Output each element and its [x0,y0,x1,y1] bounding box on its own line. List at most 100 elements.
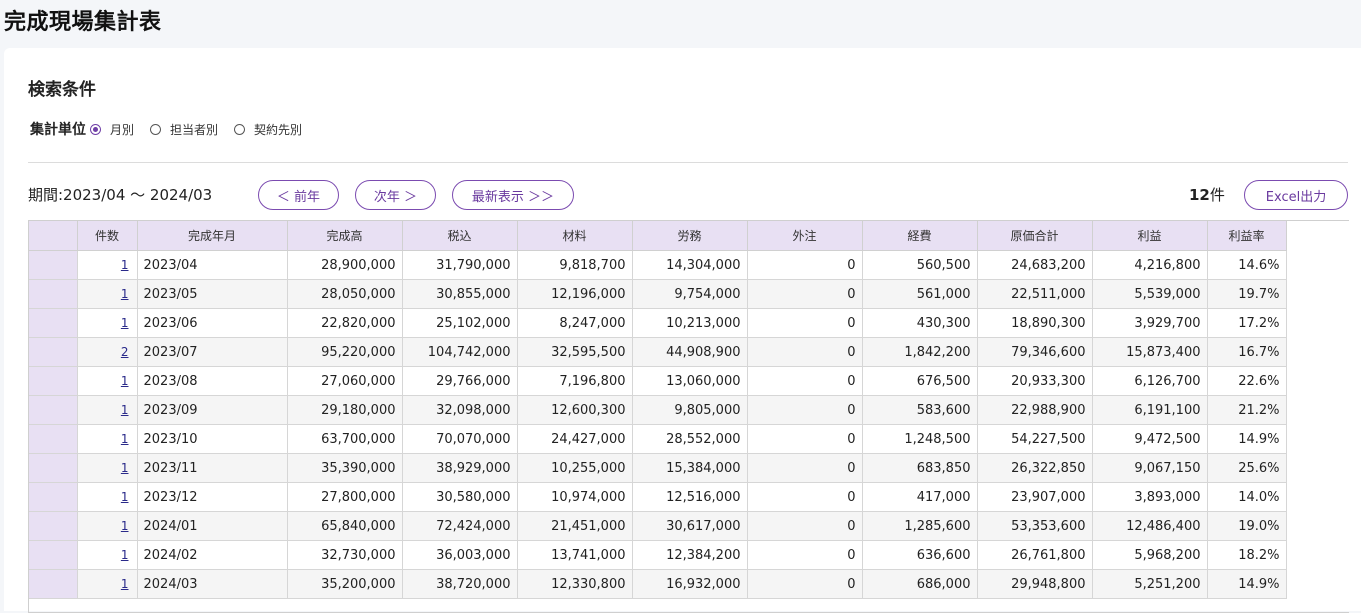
radio-monthly-label: 月別 [110,122,135,137]
cell-value: 19.0% [1206,511,1287,541]
cell-value: 14.9% [1206,569,1287,599]
cell-value: 0 [746,366,863,396]
cell-value: 5,968,200 [1091,540,1208,570]
cell-value: 21,451,000 [516,511,633,541]
table-row: 1 2023/05 28,050,000 30,855,000 12,196,000 9,… [29,279,1287,309]
cell-month: 2023/04 [136,250,288,280]
cell-value: 10,255,000 [516,453,633,483]
result-count-suffix: 件 [1209,186,1225,204]
cell-value: 14,304,000 [631,250,748,280]
cell-value: 27,800,000 [286,482,403,512]
count-link[interactable]: 1 [121,403,129,417]
table-row: 1 2023/10 63,700,000 70,070,000 24,427,000 28… [29,424,1287,454]
page-title: 完成現場集計表 [4,10,162,35]
cell-value: 28,552,000 [631,424,748,454]
cell-count: 1 [76,453,138,483]
cell-value: 36,003,000 [401,540,518,570]
column-header: 経費 [861,221,978,251]
row-stub [29,540,78,570]
table-row: 1 2023/08 27,060,000 29,766,000 7,196,800 13,… [29,366,1287,396]
count-link[interactable]: 1 [121,490,129,504]
cell-value: 417,000 [861,482,978,512]
cell-value: 10,213,000 [631,308,748,338]
cell-value: 26,761,800 [976,540,1093,570]
summary-table: 件数 完成年月 完成高 税込 材料 労務 外注 経費 原価合計 利益 利益率 1… [29,221,1287,599]
cell-value: 28,900,000 [286,250,403,280]
cell-value: 9,472,500 [1091,424,1208,454]
column-header: 労務 [631,221,748,251]
row-stub [29,279,78,309]
count-link[interactable]: 1 [121,519,129,533]
column-header: 利益率 [1206,221,1287,251]
cell-value: 0 [746,279,863,309]
radio-by-contractor-indicator[interactable] [234,123,246,135]
radio-monthly-indicator[interactable] [90,123,101,135]
next-year-button[interactable]: 次年 ＞ [355,180,436,210]
cell-value: 6,126,700 [1091,366,1208,396]
cell-value: 20,933,300 [976,366,1093,396]
count-link[interactable]: 1 [121,461,129,475]
table-row: 1 2023/04 28,900,000 31,790,000 9,818,700 14,… [29,250,1287,280]
latest-display-button[interactable]: 最新表示 ＞＞ [452,180,574,210]
count-link[interactable]: 1 [121,577,129,591]
cell-value: 0 [746,453,863,483]
cell-value: 0 [746,308,863,338]
excel-export-button[interactable]: Excel出力 [1244,180,1348,210]
radio-by-person-indicator[interactable] [150,123,162,135]
table-body: 1 2023/04 28,900,000 31,790,000 9,818,700 14,… [29,250,1287,599]
summary-table-container: 件数 完成年月 完成高 税込 材料 労務 外注 経費 原価合計 利益 利益率 1… [28,220,1349,613]
cell-count: 1 [76,482,138,512]
count-link[interactable]: 1 [121,374,129,388]
count-link[interactable]: 2 [121,345,129,359]
cell-month: 2023/08 [136,366,288,396]
row-stub [29,511,78,541]
radio-by-contractor[interactable]: 契約先別 [234,121,302,138]
cell-value: 38,720,000 [401,569,518,599]
cell-value: 30,855,000 [401,279,518,309]
cell-value: 0 [746,395,863,425]
cell-value: 7,196,800 [516,366,633,396]
cell-value: 0 [746,482,863,512]
row-stub [29,337,78,367]
count-link[interactable]: 1 [121,287,129,301]
cell-value: 30,617,000 [631,511,748,541]
cell-value: 32,098,000 [401,395,518,425]
cell-value: 28,050,000 [286,279,403,309]
cell-count: 1 [76,569,138,599]
prev-year-button[interactable]: ＜ 前年 [258,180,339,210]
cell-value: 22,988,900 [976,395,1093,425]
cell-value: 9,754,000 [631,279,748,309]
count-link[interactable]: 1 [121,548,129,562]
cell-value: 21.2% [1206,395,1287,425]
cell-value: 1,248,500 [861,424,978,454]
radio-monthly[interactable]: 月別 [90,121,134,138]
cell-count: 1 [76,395,138,425]
cell-value: 430,300 [861,308,978,338]
row-stub [29,366,78,396]
count-link[interactable]: 1 [121,258,129,272]
cell-value: 12,516,000 [631,482,748,512]
cell-value: 38,929,000 [401,453,518,483]
cell-value: 26,322,850 [976,453,1093,483]
cell-value: 25.6% [1206,453,1287,483]
cell-value: 4,216,800 [1091,250,1208,280]
cell-value: 17.2% [1206,308,1287,338]
result-count: 12件 [1189,184,1225,205]
cell-value: 9,067,150 [1091,453,1208,483]
count-link[interactable]: 1 [121,432,129,446]
cell-value: 24,427,000 [516,424,633,454]
row-stub [29,424,78,454]
cell-count: 2 [76,337,138,367]
count-link[interactable]: 1 [121,316,129,330]
cell-value: 14.9% [1206,424,1287,454]
cell-value: 8,247,000 [516,308,633,338]
row-stub [29,250,78,280]
radio-by-person[interactable]: 担当者別 [150,121,218,138]
table-row: 1 2023/12 27,800,000 30,580,000 10,974,000 12… [29,482,1287,512]
cell-value: 13,741,000 [516,540,633,570]
cell-value: 14.0% [1206,482,1287,512]
radio-by-contractor-label: 契約先別 [254,122,303,137]
aggregation-unit-row: 集計単位 月別 担当者別 契約先別 [30,119,318,139]
cell-value: 53,353,600 [976,511,1093,541]
cell-value: 95,220,000 [286,337,403,367]
